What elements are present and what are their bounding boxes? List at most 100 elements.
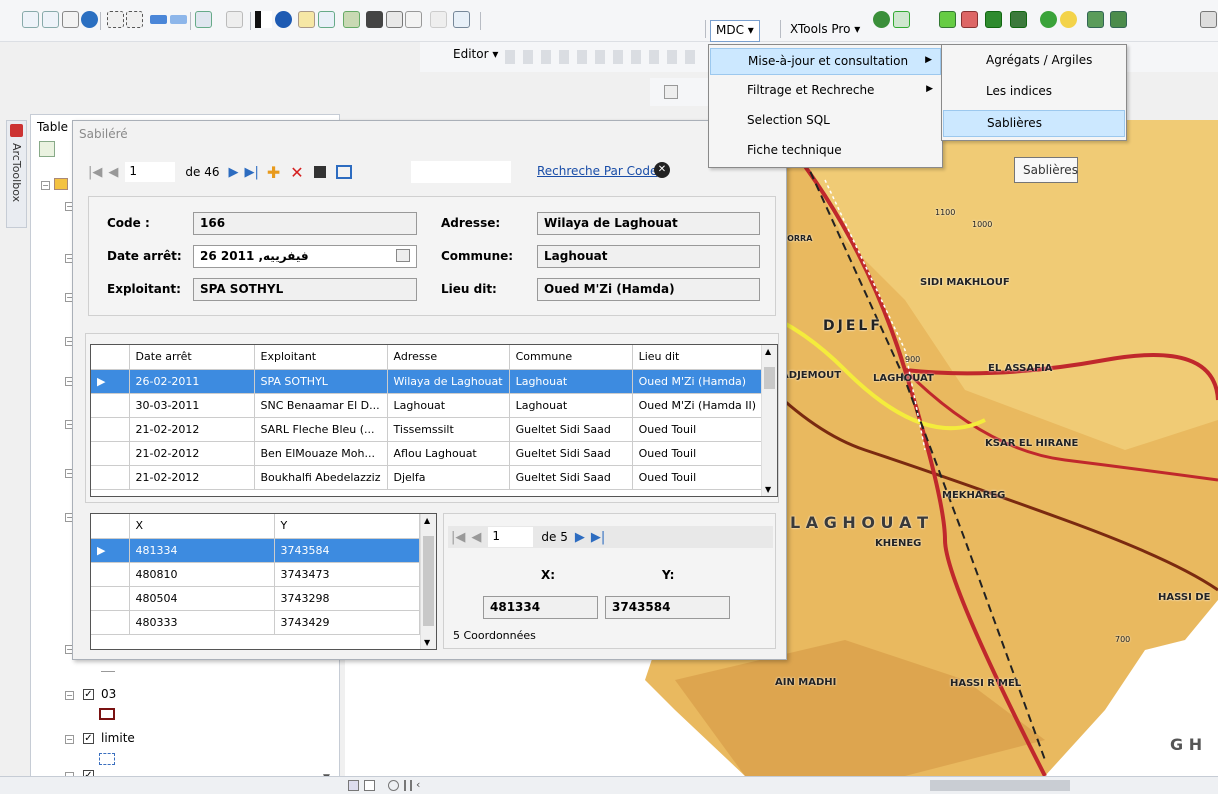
cell[interactable]: SNC Benaamar El D... xyxy=(254,393,388,418)
submenu-item-agregats[interactable]: Agrégats / Argiles xyxy=(943,48,1125,75)
table-row[interactable]: 30-03-2011 SNC Benaamar El D... Laghouat… xyxy=(91,393,773,418)
cell[interactable]: Gueltet Sidi Saad xyxy=(509,417,633,442)
fixed-zoom-out-icon[interactable] xyxy=(126,11,143,28)
mdc-menu-button[interactable]: MDC ▾ xyxy=(710,20,760,42)
record-number-input[interactable]: 1 xyxy=(125,162,176,182)
cell[interactable]: 3743584 xyxy=(274,538,420,563)
collapse-icon[interactable]: − xyxy=(65,691,74,700)
search-code-input[interactable] xyxy=(411,161,511,183)
cell[interactable]: Djelfa xyxy=(387,465,510,490)
xtools-icon-7[interactable] xyxy=(1110,11,1127,28)
forward-icon[interactable] xyxy=(170,15,187,24)
cell[interactable]: Laghouat xyxy=(509,393,633,418)
add-record-icon[interactable]: ✚ xyxy=(267,163,280,182)
table-row[interactable]: 21-02-2012 SARL Fleche Bleu (... Tissems… xyxy=(91,417,773,442)
xtools-icon-2[interactable] xyxy=(961,11,978,28)
cell[interactable]: 480333 xyxy=(129,610,275,635)
table-row[interactable]: ▶ 26-02-2011 SPA SOTHYL Wilaya de Laghou… xyxy=(91,369,773,394)
column-header[interactable]: Lieu dit xyxy=(632,345,773,370)
column-header[interactable]: X xyxy=(129,514,275,539)
lieu-dit-field[interactable]: Oued M'Zi (Hamda) xyxy=(537,278,760,301)
time-slider-icon[interactable] xyxy=(430,11,447,28)
goto-xy-icon[interactable] xyxy=(405,11,422,28)
editor-menu-button[interactable]: Editor ▾ xyxy=(453,47,498,61)
cell[interactable]: SARL Fleche Bleu (... xyxy=(254,417,388,442)
xtools-icon-3[interactable] xyxy=(985,11,1002,28)
column-header[interactable]: Y xyxy=(274,514,420,539)
cell[interactable]: Oued Touil xyxy=(632,441,773,466)
scrollbar-thumb[interactable] xyxy=(423,536,434,626)
cell[interactable]: SPA SOTHYL xyxy=(254,369,388,394)
cell[interactable]: Oued Touil xyxy=(632,465,773,490)
cell[interactable]: 3743473 xyxy=(274,562,420,587)
cell[interactable]: Oued M'Zi (Hamda) xyxy=(632,369,773,394)
xtools-icon-8[interactable] xyxy=(1200,11,1217,28)
adresse-field[interactable]: Wilaya de Laghouat xyxy=(537,212,760,235)
cell[interactable]: Laghouat xyxy=(387,393,510,418)
column-header[interactable]: Exploitant xyxy=(254,345,388,370)
toolbar-icon[interactable] xyxy=(664,85,678,99)
info-icon[interactable] xyxy=(1060,11,1077,28)
cell[interactable]: 480504 xyxy=(129,586,275,611)
cell[interactable]: Oued M'Zi (Hamda II) xyxy=(632,393,773,418)
cell[interactable]: Ben ElMouaze Moh... xyxy=(254,441,388,466)
scroll-up-icon[interactable]: ▲ xyxy=(765,347,771,356)
select-features-icon[interactable] xyxy=(195,11,212,28)
hyperlink-icon[interactable] xyxy=(298,11,315,28)
delete-record-icon[interactable]: ✕ xyxy=(290,163,303,182)
cell[interactable]: Tissemssilt xyxy=(387,417,510,442)
cell[interactable]: 21-02-2012 xyxy=(129,465,255,490)
full-extent-icon[interactable] xyxy=(81,11,98,28)
xtools-icon-4[interactable] xyxy=(1010,11,1027,28)
first-record-icon[interactable]: |◀ xyxy=(451,530,465,545)
find-icon[interactable] xyxy=(366,11,383,28)
table-row[interactable]: 480504 3743298 xyxy=(91,586,420,611)
save-icon[interactable] xyxy=(313,166,326,178)
coord-vertical-scrollbar[interactable]: ▲ ▼ xyxy=(420,514,436,649)
calendar-icon[interactable] xyxy=(396,249,410,262)
scroll-up-icon[interactable]: ▲ xyxy=(424,516,430,525)
layer-visibility-checkbox[interactable]: ✓ xyxy=(83,689,94,700)
xtools-icon-6[interactable] xyxy=(1087,11,1104,28)
scroll-down-icon[interactable]: ▼ xyxy=(765,485,771,494)
find-route-icon[interactable] xyxy=(386,11,403,28)
table-row[interactable]: 21-02-2012 Boukhalfi Abedelazziz Djelfa … xyxy=(91,465,773,490)
grid-vertical-scrollbar[interactable]: ▲ ▼ xyxy=(761,345,777,496)
last-record-icon[interactable]: ▶| xyxy=(591,530,605,545)
xtools-pro-button[interactable]: XTools Pro ▾ xyxy=(790,22,860,36)
measure-icon[interactable] xyxy=(343,11,360,28)
commune-field[interactable]: Laghouat xyxy=(537,245,760,268)
cell[interactable]: Gueltet Sidi Saad xyxy=(509,465,633,490)
xtools-icon-5[interactable] xyxy=(1040,11,1057,28)
next-record-icon[interactable]: ▶ xyxy=(228,165,238,180)
refresh-icon[interactable] xyxy=(388,780,399,791)
prev-record-icon[interactable]: ◀ xyxy=(471,530,481,545)
pause-icon[interactable] xyxy=(404,780,412,791)
data-view-icon[interactable] xyxy=(348,780,359,791)
zoom-in-icon[interactable] xyxy=(22,11,39,28)
menu-item-mise-a-jour[interactable]: Mise-à-jour et consultation ▶ xyxy=(710,48,941,75)
cell[interactable]: Aflou Laghouat xyxy=(387,441,510,466)
prev-record-icon[interactable]: ◀ xyxy=(108,165,118,180)
clear-selection-icon[interactable] xyxy=(226,11,243,28)
zoom-out-icon[interactable] xyxy=(42,11,59,28)
select-elements-icon[interactable] xyxy=(255,11,272,28)
search-by-code-link[interactable]: Rechreche Par Code xyxy=(537,164,657,178)
menu-item-filtrage[interactable]: Filtrage et Rechreche ▶ xyxy=(710,78,941,105)
code-field[interactable]: 166 xyxy=(193,212,417,235)
column-header[interactable]: Adresse xyxy=(387,345,510,370)
column-header[interactable]: Commune xyxy=(509,345,633,370)
identify-icon[interactable] xyxy=(275,11,292,28)
layer-visibility-checkbox[interactable]: ✓ xyxy=(83,733,94,744)
back-icon[interactable] xyxy=(150,15,167,24)
submenu-item-indices[interactable]: Les indices xyxy=(943,79,1125,106)
cell[interactable]: Gueltet Sidi Saad xyxy=(509,441,633,466)
table-row[interactable]: ▶ 481334 3743584 xyxy=(91,538,420,563)
list-by-drawing-order-icon[interactable] xyxy=(39,141,55,157)
coord-record-input[interactable]: 1 xyxy=(488,527,534,547)
arctoolbox-tab[interactable]: ArcToolbox xyxy=(6,120,27,228)
menu-item-selection-sql[interactable]: Selection SQL xyxy=(710,108,941,135)
table-row[interactable]: 480810 3743473 xyxy=(91,562,420,587)
horizontal-scrollbar[interactable] xyxy=(930,780,1070,791)
column-header[interactable]: Date arrêt xyxy=(129,345,255,370)
